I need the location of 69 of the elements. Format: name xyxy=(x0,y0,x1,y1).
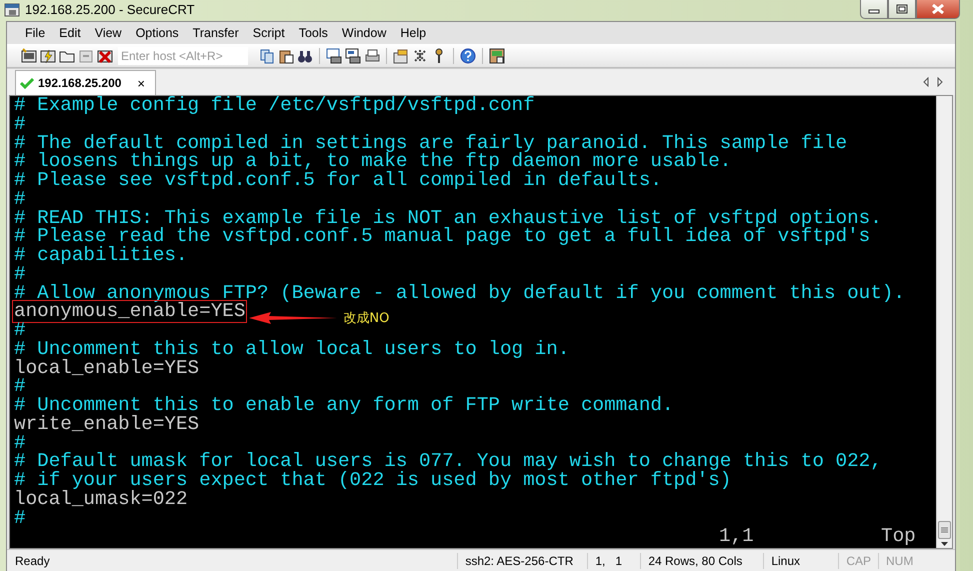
comment-line: # Please see vsftpd.conf.5 for all compiled in defaults. xyxy=(14,171,662,190)
sftp-icon[interactable] xyxy=(489,48,505,64)
comment-line: # READ THIS: This example file is NOT an exhaustive list of vsftpd options. xyxy=(14,208,882,228)
comment-line: # xyxy=(14,190,26,208)
annotation-note: 改成NO xyxy=(343,310,390,327)
help-icon[interactable] xyxy=(460,48,476,64)
comment-line: # xyxy=(14,508,26,528)
disconnect-icon[interactable] xyxy=(97,48,113,64)
menu-item[interactable]: File xyxy=(19,24,52,42)
menu-item[interactable]: Transfer xyxy=(186,24,245,42)
comment-line: # xyxy=(14,434,26,452)
cursor-position: 1,1 xyxy=(719,527,755,546)
scroll-position: Top xyxy=(881,527,916,546)
left-arrow-icon[interactable] xyxy=(923,77,929,87)
comment-line: # if your users expect that (022 is used by most other ftpd's) xyxy=(14,471,732,490)
window-title: 192.168.25.200 - SecureCRT xyxy=(25,2,195,17)
print-screen-icon[interactable] xyxy=(326,48,342,64)
host-field[interactable]: Enter host <Alt+R> xyxy=(118,46,248,64)
print-selection-icon[interactable] xyxy=(345,48,361,64)
session-tab[interactable]: 192.168.25.200 × xyxy=(15,70,156,95)
connect-icon[interactable] xyxy=(21,48,37,64)
menu-item[interactable]: Help xyxy=(394,24,432,42)
right-arrow-icon[interactable] xyxy=(937,77,943,87)
comment-line: # xyxy=(14,377,26,396)
setting-line: write_enable=YES xyxy=(14,414,200,434)
comment-line: # xyxy=(14,114,26,134)
comment-line: # xyxy=(14,264,26,284)
tab-close-button[interactable]: × xyxy=(135,76,148,90)
tab-label: 192.168.25.200 xyxy=(38,76,122,90)
scrollbar[interactable] xyxy=(936,96,952,548)
menu-item[interactable]: Window xyxy=(336,24,392,42)
comment-line: # Default umask for local users is 077. You may wish to change this to 022, xyxy=(14,452,882,471)
scroll-down-icon[interactable] xyxy=(941,542,948,546)
copy-icon[interactable] xyxy=(259,48,275,64)
maximize-icon xyxy=(896,4,908,14)
menu-item[interactable]: Options xyxy=(130,24,185,42)
comment-line: # Example config file /etc/vsftpd/vsftpd.conf xyxy=(14,96,535,115)
status-pane: 24 Rows, 80 Cols xyxy=(640,552,764,568)
app-icon xyxy=(4,2,20,18)
comment-line: # xyxy=(14,321,26,340)
maximize-button[interactable] xyxy=(888,0,916,19)
comment-line: # Allow anonymous FTP? (Beware - allowed by default if you comment this out). xyxy=(14,284,905,302)
status-pane: Linux xyxy=(763,552,828,568)
close-button[interactable] xyxy=(916,0,960,19)
menu-item[interactable]: Tools xyxy=(292,24,334,42)
minimize-button[interactable] xyxy=(860,0,888,19)
status-pane: CAP xyxy=(838,552,878,568)
setting-line: local_enable=YES xyxy=(14,358,200,378)
grip-icon xyxy=(941,527,948,533)
comment-line: # loosens things up a bit, to make the ftp daemon more usable. xyxy=(14,152,732,171)
menu-item[interactable]: Edit xyxy=(53,24,87,42)
menu-item[interactable]: View xyxy=(88,24,128,42)
paste-icon[interactable] xyxy=(278,48,294,64)
status-pane: Ready xyxy=(14,552,51,568)
comment-line: # capabilities. xyxy=(14,246,188,265)
comment-line: # Please read the vsftpd.conf.5 manual page to get a full idea of vsftpd's xyxy=(14,227,870,246)
comment-line: # Uncomment this to enable any form of FTP write command. xyxy=(14,396,674,415)
setting-line: local_umask=022 xyxy=(14,490,188,508)
status-pane: ssh2: AES-256-CTR xyxy=(457,552,588,568)
setting-line: anonymous_enable=YES xyxy=(14,302,246,321)
comment-line: # Uncomment this to allow local users to log in. xyxy=(14,340,570,358)
close-icon xyxy=(931,4,945,14)
comment-line: # The default compiled in settings are fairly paranoid. This sample file xyxy=(14,134,848,152)
status-pane: NUM xyxy=(878,552,921,568)
menu-item[interactable]: Script xyxy=(246,24,291,42)
session-options-icon[interactable] xyxy=(393,48,409,64)
lightning-icon[interactable] xyxy=(40,48,56,64)
printer-icon[interactable] xyxy=(364,48,380,64)
status-pane: 1, 1 xyxy=(587,552,640,568)
